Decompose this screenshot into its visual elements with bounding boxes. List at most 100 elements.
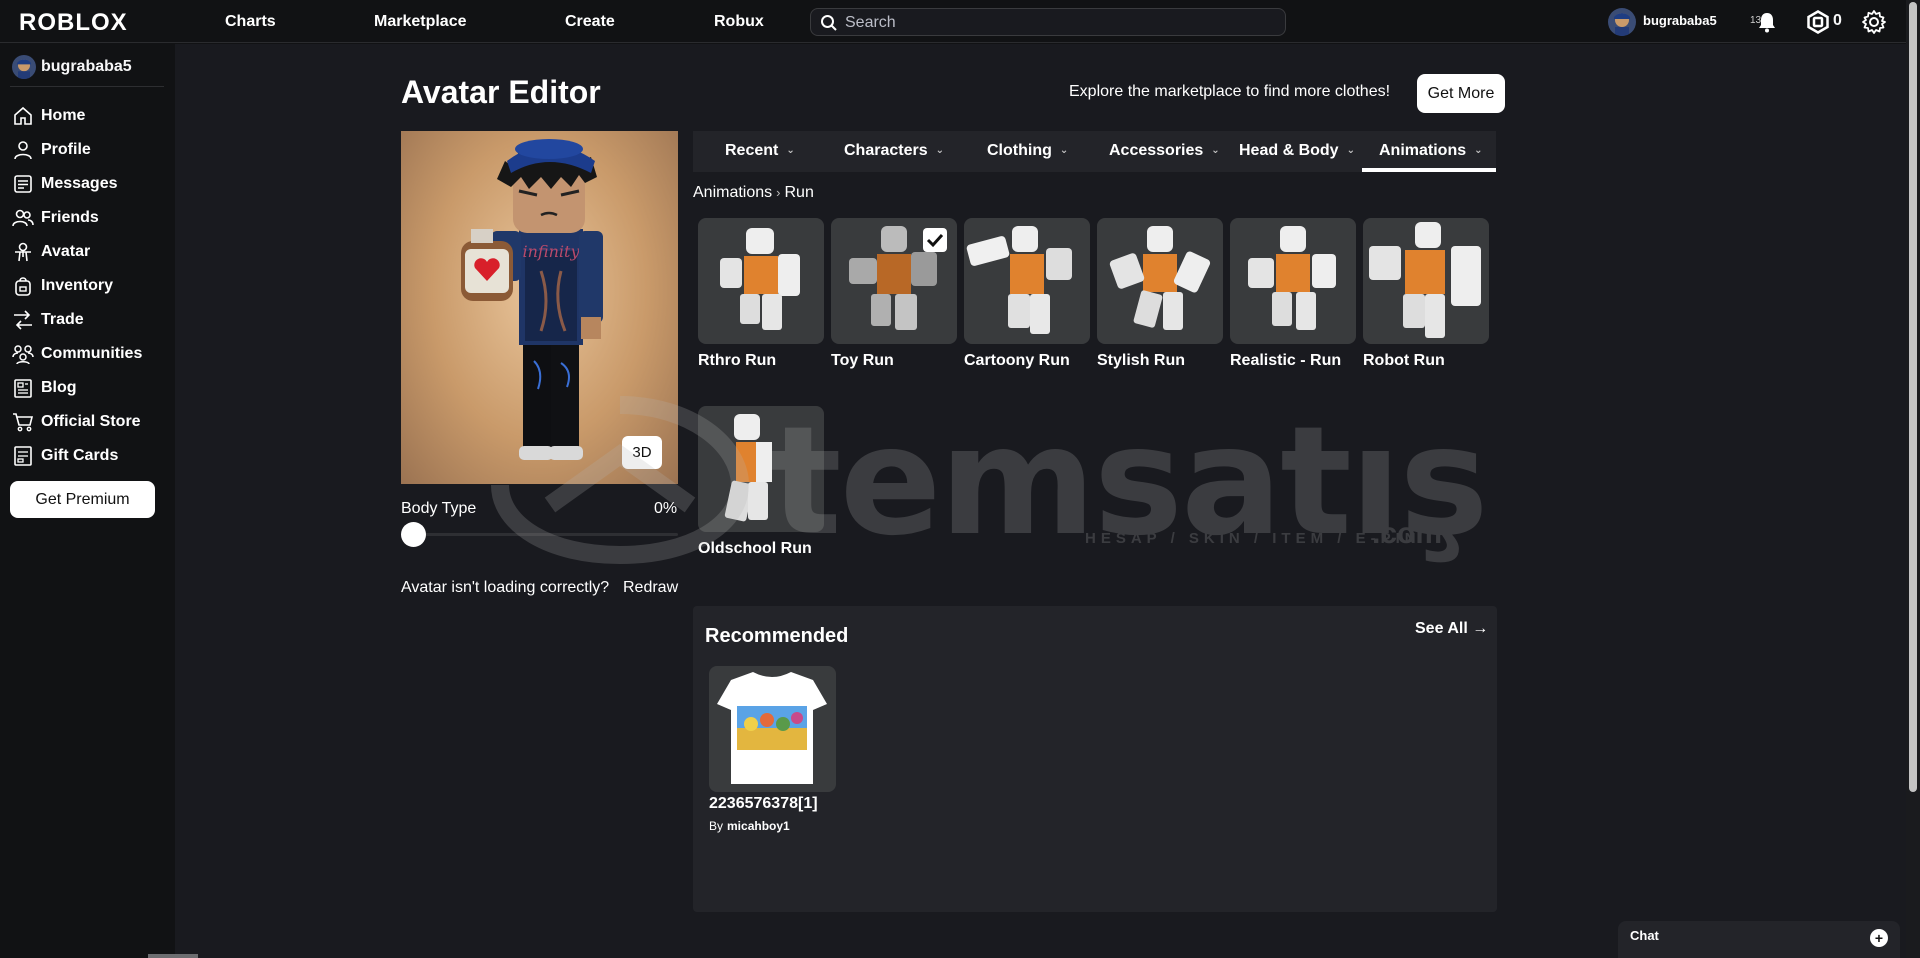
sidebar-item-communities[interactable]: Communities bbox=[10, 340, 165, 368]
inventory-icon bbox=[15, 277, 31, 296]
sidebar-divider bbox=[10, 86, 164, 87]
scrollbar-thumb[interactable] bbox=[1909, 2, 1917, 792]
get-more-button[interactable]: Get More bbox=[1417, 74, 1505, 113]
user-avatar[interactable] bbox=[1608, 8, 1636, 36]
item-thumbnail bbox=[1363, 218, 1489, 344]
3d-view-toggle-button[interactable]: 3D bbox=[622, 436, 662, 469]
item-name: Oldschool Run bbox=[698, 540, 812, 557]
messages-icon bbox=[14, 175, 32, 193]
svg-text:infinity: infinity bbox=[523, 242, 581, 261]
avatar-icon bbox=[15, 242, 31, 262]
username-label[interactable]: bugrababa5 bbox=[1643, 13, 1717, 28]
sidebar-item-label: Blog bbox=[41, 379, 77, 396]
item-thumbnail bbox=[1230, 218, 1356, 344]
search-input[interactable]: Search bbox=[810, 8, 1286, 36]
vertical-scrollbar[interactable] bbox=[1906, 0, 1920, 958]
chevron-down-icon: ⌄ bbox=[1059, 145, 1069, 156]
sidebar-item-label: Gift Cards bbox=[41, 447, 119, 464]
tab-head-body[interactable]: Head & Body ⌄ bbox=[1239, 142, 1355, 160]
sidebar-avatar bbox=[12, 55, 36, 79]
body-type-label: Body Type bbox=[401, 500, 477, 517]
item-name: Rthro Run bbox=[698, 352, 777, 369]
recommended-item-thumbnail[interactable] bbox=[709, 666, 836, 792]
sidebar-item-home[interactable]: Home bbox=[10, 102, 165, 130]
avatar-preview[interactable]: infinity bbox=[401, 131, 678, 484]
sidebar-item-official-store[interactable]: Official Store bbox=[10, 408, 165, 436]
body-type-value: 0% bbox=[654, 500, 678, 517]
sidebar-item-gift-cards[interactable]: Gift Cards bbox=[10, 442, 165, 470]
item-name: Toy Run bbox=[831, 352, 894, 369]
chat-bar[interactable]: Chat + bbox=[1618, 921, 1900, 958]
blog-icon bbox=[14, 379, 32, 398]
arrow-right-icon: → bbox=[1472, 620, 1489, 637]
body-type-slider-track[interactable] bbox=[413, 533, 678, 536]
new-chat-plus-icon[interactable]: + bbox=[1870, 929, 1888, 947]
avatar-figure: infinity bbox=[461, 139, 603, 460]
communities-icon bbox=[12, 345, 34, 365]
sidebar-item-label: Avatar bbox=[41, 243, 91, 260]
breadcrumb-parent[interactable]: Animations bbox=[693, 184, 772, 201]
item-thumbnail bbox=[698, 406, 824, 532]
sidebar-item-inventory[interactable]: Inventory bbox=[10, 272, 165, 300]
page-title: Avatar Editor bbox=[401, 74, 601, 110]
sidebar-item-messages[interactable]: Messages bbox=[10, 170, 165, 198]
explore-marketplace-text: Explore the marketplace to find more clo… bbox=[1069, 83, 1391, 100]
sidebar-item-label: Inventory bbox=[41, 277, 114, 294]
sidebar-item-trade[interactable]: Trade bbox=[10, 306, 165, 334]
sidebar-item-blog[interactable]: Blog bbox=[10, 374, 165, 402]
settings-gear-icon[interactable] bbox=[1861, 9, 1887, 40]
chevron-down-icon: ⌄ bbox=[1211, 145, 1220, 156]
sidebar-item-label: Messages bbox=[41, 175, 118, 192]
chevron-right-icon: › bbox=[776, 185, 781, 200]
tab-animations[interactable]: Animations ⌄ bbox=[1379, 142, 1483, 160]
tab-characters[interactable]: Characters ⌄ bbox=[844, 142, 944, 160]
chevron-down-icon: ⌄ bbox=[935, 145, 944, 156]
item-name: Robot Run bbox=[1363, 352, 1445, 369]
item-thumbnail bbox=[831, 218, 957, 344]
breadcrumb-current: Run bbox=[784, 184, 814, 201]
tab-clothing[interactable]: Clothing ⌄ bbox=[987, 142, 1068, 160]
robux-icon[interactable] bbox=[1806, 10, 1830, 39]
sidebar-item-label: Official Store bbox=[41, 413, 141, 430]
chevron-down-icon: ⌄ bbox=[1474, 145, 1483, 156]
roblox-logo[interactable]: ROBLOX bbox=[19, 9, 128, 37]
selected-check-icon bbox=[923, 228, 947, 252]
recommended-item-creator[interactable]: By micahboy1 bbox=[709, 819, 790, 833]
search-placeholder: Search bbox=[845, 14, 896, 31]
item-thumbnail bbox=[964, 218, 1090, 344]
recommended-item-name[interactable]: 2236576378[1] bbox=[709, 795, 818, 813]
notifications-bell-icon[interactable] bbox=[1755, 10, 1779, 39]
gift-card-icon bbox=[14, 446, 32, 466]
tab-accessories[interactable]: Accessories ⌄ bbox=[1109, 142, 1220, 160]
friends-icon bbox=[12, 209, 34, 227]
trade-icon bbox=[14, 310, 32, 330]
redraw-link[interactable]: Redraw bbox=[623, 579, 678, 597]
sidebar-item-label: Trade bbox=[41, 311, 84, 328]
nav-robux[interactable]: Robux bbox=[714, 13, 764, 31]
home-icon bbox=[14, 106, 32, 125]
sidebar-item-label: Home bbox=[41, 107, 86, 124]
get-premium-button[interactable]: Get Premium bbox=[10, 481, 155, 518]
item-name: Cartoony Run bbox=[964, 352, 1070, 369]
sidebar-item-profile[interactable]: Profile bbox=[10, 136, 165, 164]
nav-create[interactable]: Create bbox=[565, 13, 615, 31]
breadcrumb: Animations › Run bbox=[693, 184, 814, 202]
robux-balance[interactable]: 0 bbox=[1833, 12, 1842, 30]
recommended-title: Recommended bbox=[705, 625, 849, 647]
nav-marketplace[interactable]: Marketplace bbox=[374, 13, 467, 31]
active-tab-indicator bbox=[1362, 168, 1496, 172]
item-name: Realistic - Run bbox=[1230, 352, 1342, 369]
horizontal-scrollbar-thumb[interactable] bbox=[148, 954, 198, 958]
sidebar-item-friends[interactable]: Friends bbox=[10, 204, 165, 232]
chevron-down-icon: ⌄ bbox=[1346, 145, 1355, 156]
sidebar-item-label: Communities bbox=[41, 345, 143, 362]
left-sidebar: bugrababa5 Home Profile Messages Friends… bbox=[0, 44, 175, 958]
profile-icon bbox=[14, 141, 32, 160]
nav-charts[interactable]: Charts bbox=[225, 13, 276, 31]
chat-label: Chat bbox=[1630, 928, 1659, 943]
sidebar-item-avatar[interactable]: Avatar bbox=[10, 238, 165, 266]
see-all-link[interactable]: See All → bbox=[1415, 620, 1488, 638]
redraw-question: Avatar isn't loading correctly? bbox=[401, 579, 610, 596]
tab-recent[interactable]: Recent ⌄ bbox=[725, 142, 795, 160]
body-type-slider-thumb[interactable] bbox=[401, 522, 426, 547]
